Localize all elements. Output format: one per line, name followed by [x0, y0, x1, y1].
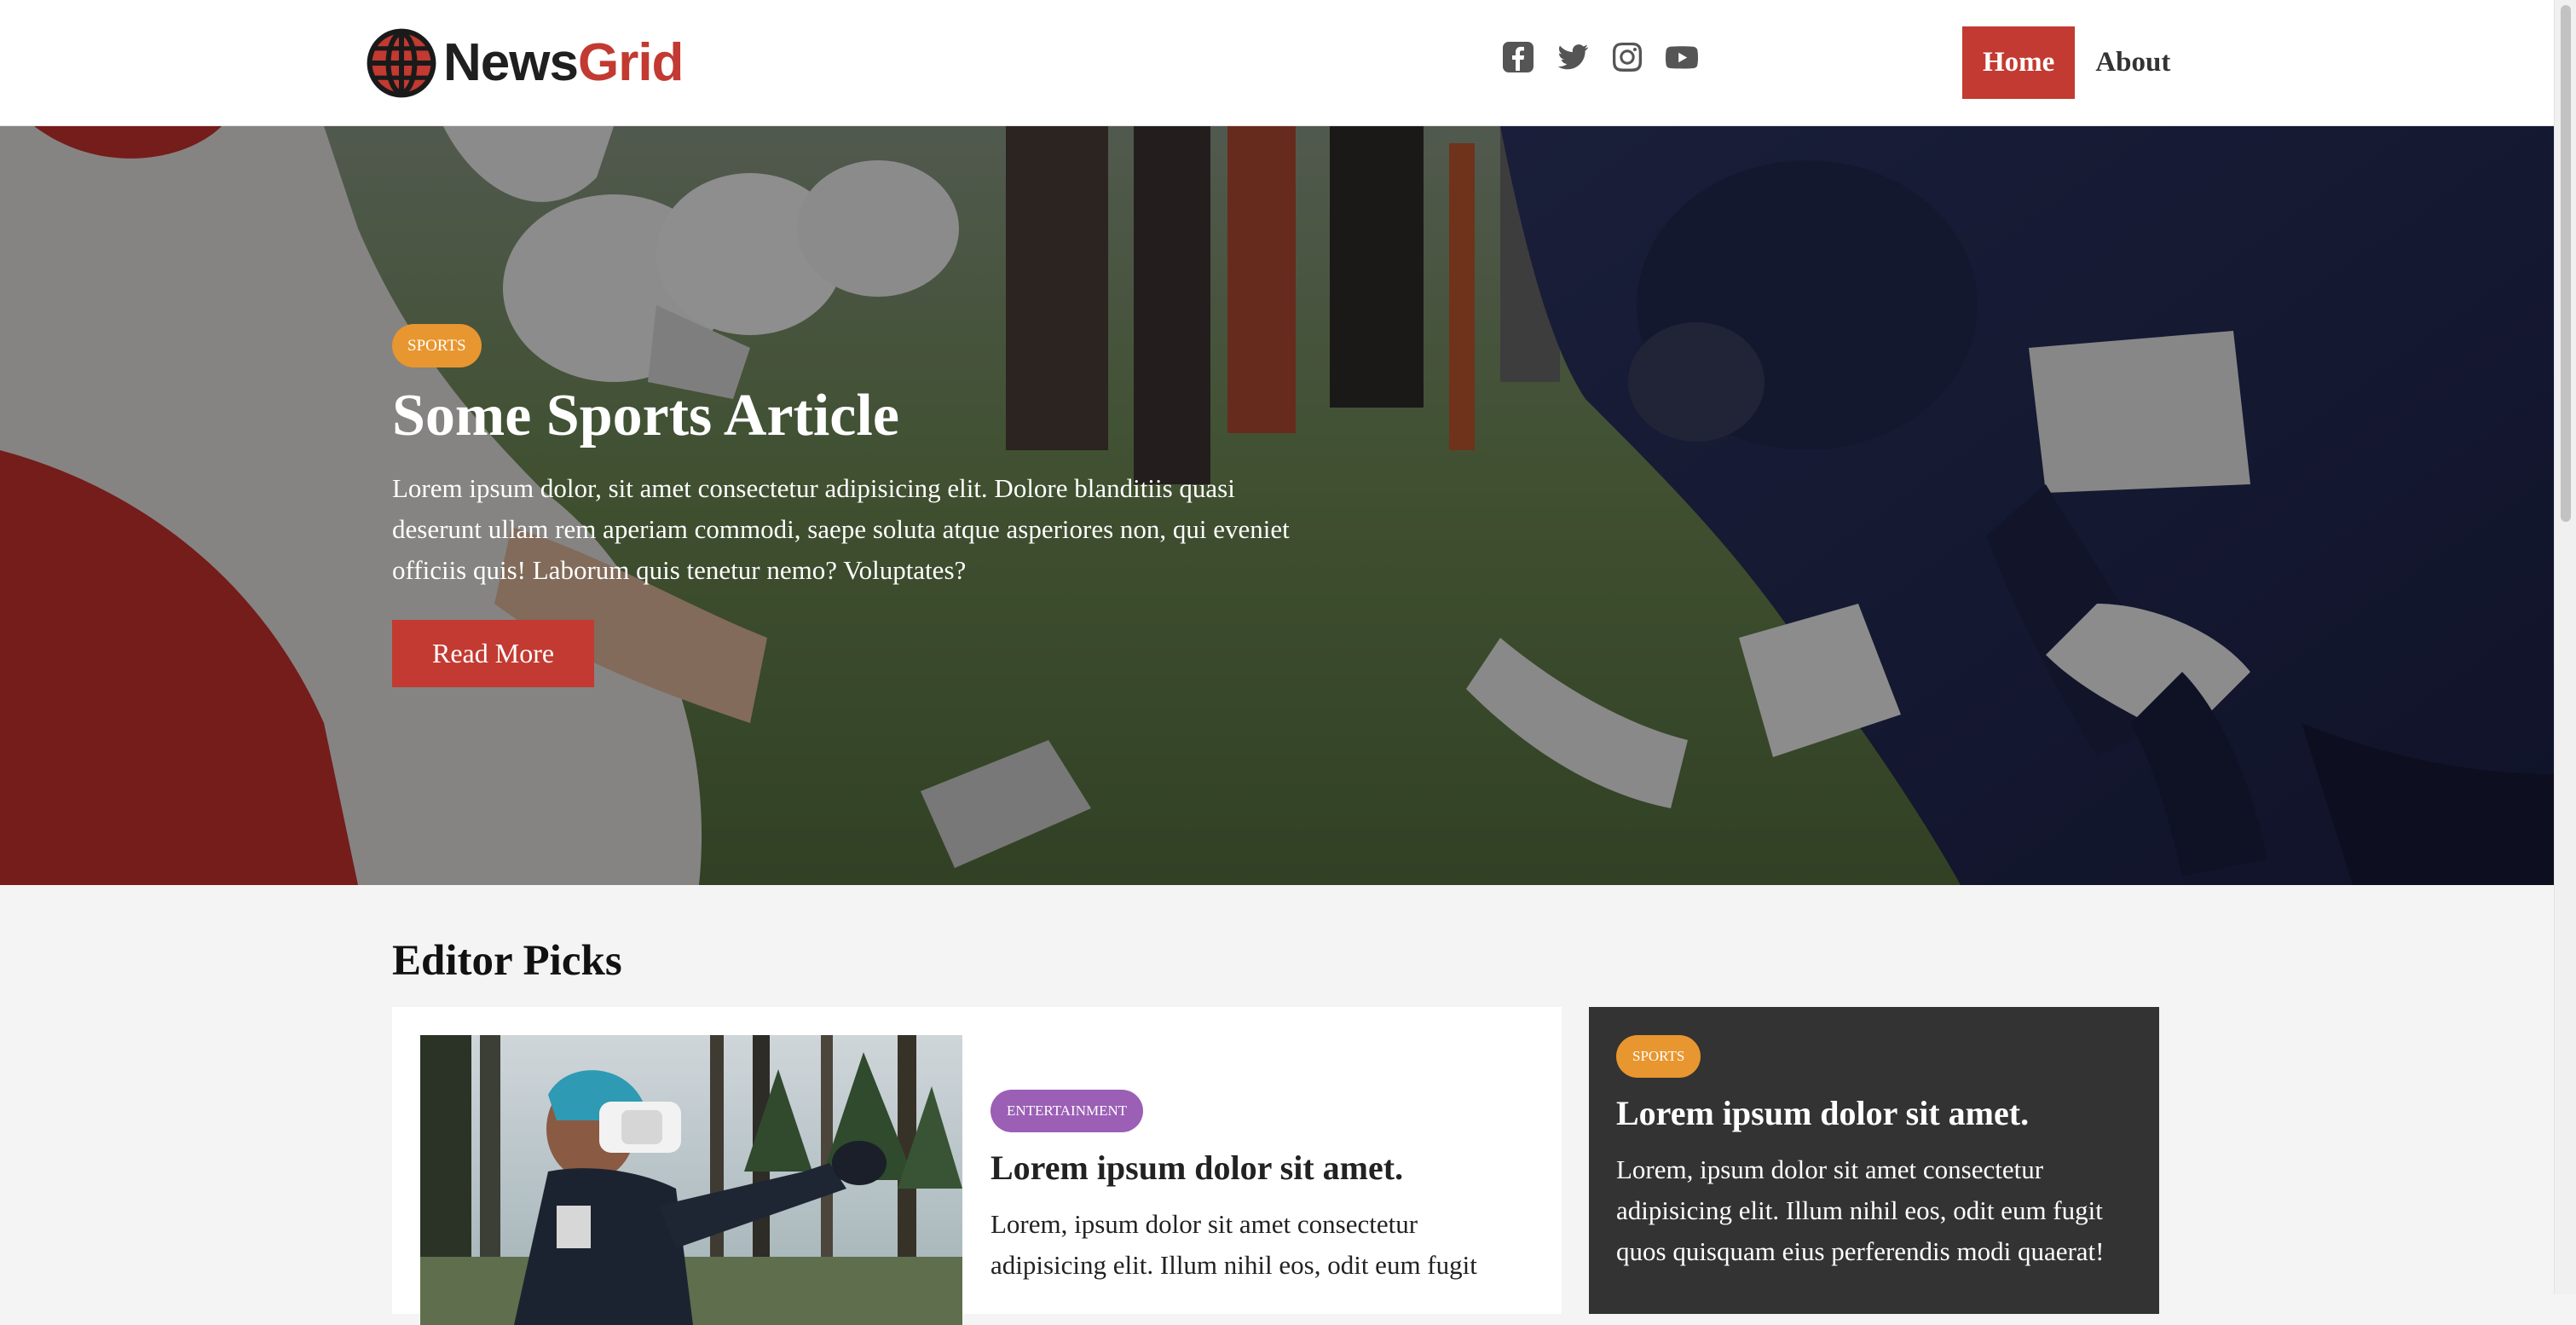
card-image[interactable] — [420, 1035, 962, 1325]
editor-pick-card-dark[interactable]: SPORTS Lorem ipsum dolor sit amet. Lorem… — [1589, 1007, 2159, 1314]
editor-picks-heading: Editor Picks — [392, 937, 622, 985]
nav-about[interactable]: About — [2075, 26, 2191, 99]
vertical-scrollbar[interactable] — [2554, 0, 2576, 1294]
globe-icon — [367, 28, 436, 98]
card-body: ENTERTAINMENT Lorem ipsum dolor sit amet… — [991, 1090, 1536, 1286]
category-badge[interactable]: SPORTS — [1616, 1035, 1701, 1078]
nav-home[interactable]: Home — [1962, 26, 2076, 99]
card-title[interactable]: Lorem ipsum dolor sit amet. — [1616, 1093, 2131, 1134]
site-header: NewsGrid Home About — [0, 0, 2554, 126]
facebook-icon[interactable] — [1500, 39, 1536, 75]
card-excerpt: Lorem, ipsum dolor sit amet consectetur … — [991, 1209, 1477, 1280]
hero-excerpt: Lorem ipsum dolor, sit amet consectetur … — [392, 473, 1290, 586]
hero-title[interactable]: Some Sports Article — [392, 383, 1313, 449]
instagram-icon[interactable] — [1609, 39, 1645, 75]
scrollbar-thumb[interactable] — [2561, 5, 2571, 522]
category-badge[interactable]: ENTERTAINMENT — [991, 1090, 1144, 1132]
hero-content: SPORTS Some Sports Article Lorem ipsum d… — [392, 324, 1313, 688]
brand-name: NewsGrid — [443, 37, 684, 90]
main-nav: Home About — [1962, 26, 2191, 99]
logo[interactable]: NewsGrid — [365, 26, 684, 101]
brand-name-part1: News — [443, 33, 579, 92]
read-more-button[interactable]: Read More — [392, 620, 595, 688]
brand-name-part2: Grid — [577, 33, 684, 92]
card-excerpt: Lorem, ipsum dolor sit amet consectetur … — [1616, 1154, 2105, 1266]
editor-pick-card[interactable]: ENTERTAINMENT Lorem ipsum dolor sit amet… — [392, 1007, 1562, 1325]
twitter-icon[interactable] — [1555, 39, 1591, 75]
card-title[interactable]: Lorem ipsum dolor sit amet. — [991, 1148, 1536, 1189]
youtube-icon[interactable] — [1664, 39, 1700, 75]
category-badge[interactable]: SPORTS — [392, 324, 482, 367]
social-links — [1500, 39, 1700, 75]
hero-banner: SPORTS Some Sports Article Lorem ipsum d… — [0, 126, 2554, 885]
vr-headset-man-photo — [420, 1035, 962, 1325]
